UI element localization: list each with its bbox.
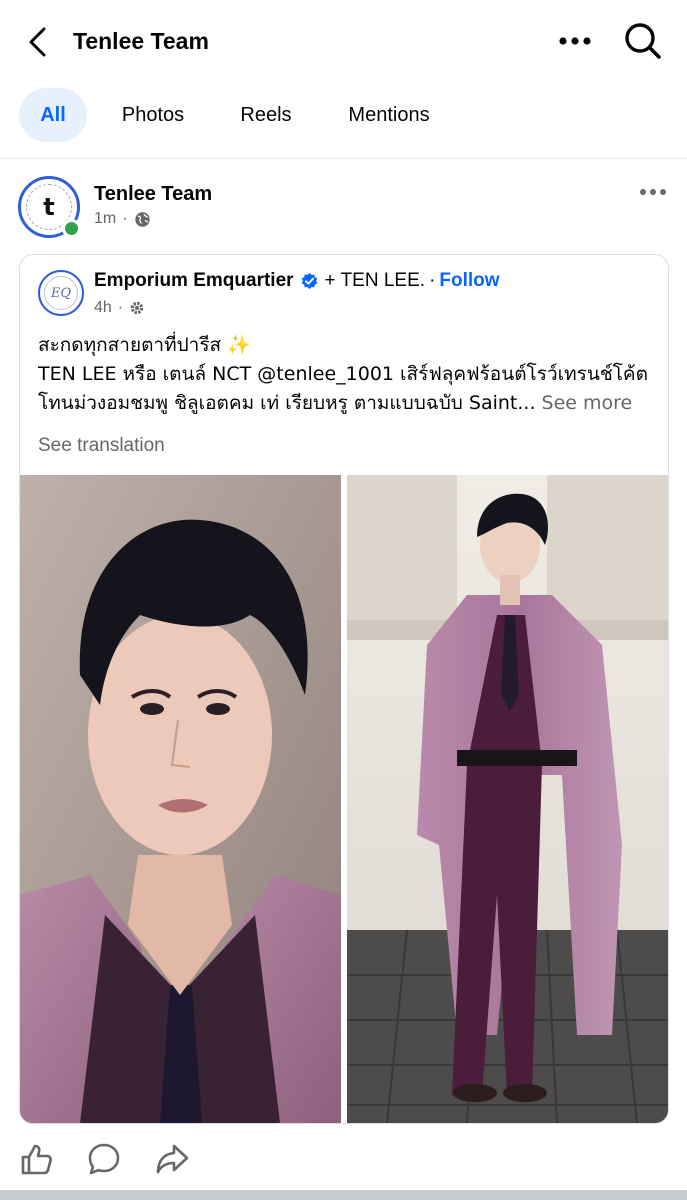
globe-icon xyxy=(134,211,150,227)
shared-post-card[interactable]: EQ Emporium Emquartier + TEN LEE. · Foll… xyxy=(19,254,669,1124)
post-meta: 1m · xyxy=(94,210,151,228)
post-action-bar xyxy=(0,1135,687,1185)
shared-post-time: 4h xyxy=(94,299,112,316)
back-button[interactable] xyxy=(22,22,52,62)
follow-button[interactable]: Follow xyxy=(439,270,499,292)
search-button[interactable] xyxy=(622,20,664,62)
comment-icon xyxy=(88,1143,120,1175)
tab-photos[interactable]: Photos xyxy=(108,88,198,142)
more-horizontal-icon xyxy=(640,189,666,195)
top-bar: Tenlee Team xyxy=(0,0,687,84)
gear-icon xyxy=(130,301,144,315)
share-icon xyxy=(156,1144,189,1174)
bottom-divider xyxy=(0,1190,687,1200)
page-title: Tenlee Team xyxy=(73,28,209,54)
post-caption: สะกดทุกสายตาที่ปารีส ✨ TEN LEE หรือ เตนล… xyxy=(38,331,660,418)
more-options-button[interactable] xyxy=(556,24,594,58)
filter-tabs: All Photos Reels Mentions xyxy=(0,88,687,144)
post-photo-left[interactable] xyxy=(20,475,341,1123)
post-time: 1m xyxy=(94,210,117,227)
tab-reels[interactable]: Reels xyxy=(229,88,303,142)
shared-post-meta: 4h · xyxy=(94,299,145,317)
tabs-divider xyxy=(0,158,687,159)
post-header: t Tenlee Team 1m · xyxy=(0,170,687,240)
avatar-letter: t xyxy=(43,193,55,221)
share-button[interactable] xyxy=(152,1139,192,1179)
post-options-button[interactable] xyxy=(636,180,670,204)
full-body-image xyxy=(347,475,668,1123)
portrait-image xyxy=(20,475,341,1123)
post-author-name[interactable]: Tenlee Team xyxy=(94,183,212,206)
caption-line-1: สะกดทุกสายตาที่ปารีส ✨ xyxy=(38,334,251,356)
verified-badge-icon xyxy=(301,272,317,289)
more-horizontal-icon xyxy=(559,37,591,45)
like-button[interactable] xyxy=(16,1139,56,1179)
chevron-left-icon xyxy=(29,27,46,57)
meta-dot: · xyxy=(122,210,128,227)
name-separator: · xyxy=(429,270,436,291)
caption-line-2: TEN LEE หรือ เตนล์ NCT @tenlee_1001 เสิร… xyxy=(38,363,648,385)
shared-avatar-logo: EQ xyxy=(44,276,78,310)
shared-author-name[interactable]: Emporium Emquartier xyxy=(94,270,294,292)
tagged-person[interactable]: + TEN LEE. xyxy=(325,270,426,292)
tab-all[interactable]: All xyxy=(19,88,87,142)
thumbs-up-icon xyxy=(21,1144,52,1175)
online-status-dot xyxy=(62,219,81,238)
search-icon xyxy=(625,23,661,59)
see-translation-link[interactable]: See translation xyxy=(38,435,165,457)
caption-line-3-text: โทนม่วงอมชมพู ชิลูเอตคม เท่ เรียบหรู ตาม… xyxy=(38,392,536,414)
shared-author-row: Emporium Emquartier + TEN LEE. · Follow xyxy=(94,270,500,292)
caption-line-3: โทนม่วงอมชมพู ชิลูเอตคม เท่ เรียบหรู ตาม… xyxy=(38,389,660,418)
post-photo-right[interactable] xyxy=(347,475,668,1123)
meta-dot: · xyxy=(117,299,124,316)
tab-mentions[interactable]: Mentions xyxy=(333,88,445,142)
comment-button[interactable] xyxy=(84,1139,124,1179)
shared-avatar[interactable]: EQ xyxy=(38,270,84,316)
see-more-link[interactable]: See more xyxy=(542,392,633,414)
